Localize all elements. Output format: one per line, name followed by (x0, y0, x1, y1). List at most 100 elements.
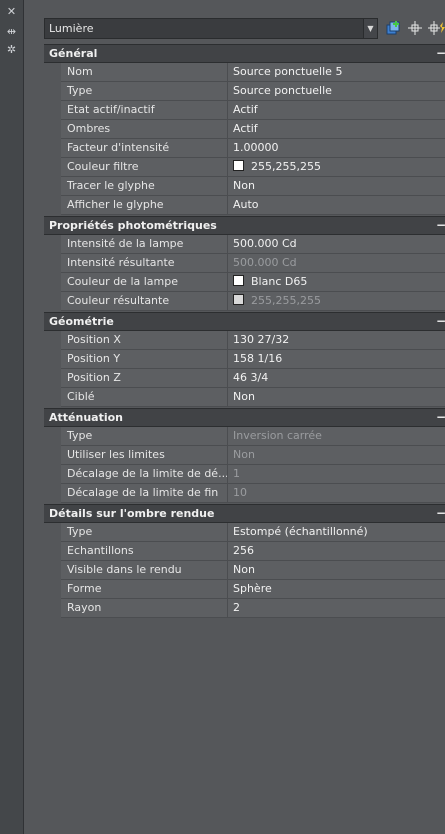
property-value[interactable]: 256 (228, 542, 445, 560)
property-row-couleur-filtre[interactable]: Couleur filtre 255,255,255 (44, 158, 445, 177)
collapse-icon[interactable]: − (434, 46, 445, 60)
select-objects-button[interactable] (406, 19, 424, 37)
property-row-tracer-le-glyphe[interactable]: Tracer le glyphe Non (44, 177, 445, 196)
property-value[interactable]: 46 3/4 (228, 369, 445, 387)
property-row-cible[interactable]: Ciblé Non (44, 388, 445, 407)
section-header-proprietes-photometriques[interactable]: Propriétés photométriques − (44, 216, 445, 235)
property-row-etat-actif-inactif[interactable]: Etat actif/inactif Actif (44, 101, 445, 120)
property-name: Type (61, 523, 228, 541)
property-value-text: Source ponctuelle 5 (233, 65, 343, 78)
color-swatch-icon (233, 294, 244, 305)
properties-icon[interactable]: ✲ (4, 43, 19, 56)
property-row-decalage-de-la-limite-de-fin[interactable]: Décalage de la limite de fin 10 (44, 484, 445, 503)
property-value-text: Non (233, 179, 255, 192)
row-gutter (44, 369, 61, 388)
property-value[interactable]: 255,255,255 (228, 158, 445, 176)
property-name: Position Z (61, 369, 228, 387)
object-type-dropdown[interactable]: Lumière ▼ (44, 18, 378, 39)
close-icon[interactable]: ✕ (4, 5, 19, 18)
property-value: 500.000 Cd (228, 254, 445, 272)
collapse-icon[interactable]: − (434, 506, 445, 520)
row-gutter (44, 158, 61, 177)
collapse-icon[interactable]: − (434, 410, 445, 424)
property-name: Intensité de la lampe (61, 235, 228, 253)
property-value[interactable]: Estompé (échantillonné) (228, 523, 445, 541)
property-name: Rayon (61, 599, 228, 617)
property-value[interactable]: Auto (228, 196, 445, 214)
property-name: Etat actif/inactif (61, 101, 228, 119)
section-header-geometrie[interactable]: Géométrie − (44, 312, 445, 331)
property-row-type[interactable]: Type Source ponctuelle (44, 82, 445, 101)
row-gutter (44, 446, 61, 465)
property-value-text: 1.00000 (233, 141, 279, 154)
property-name: Ciblé (61, 388, 228, 406)
property-row-nom[interactable]: Nom Source ponctuelle 5 (44, 63, 445, 82)
property-value[interactable]: Actif (228, 120, 445, 138)
auto-hide-icon[interactable]: ⇹ (4, 25, 19, 38)
row-gutter (44, 599, 61, 618)
property-row-couleur-de-la-lampe[interactable]: Couleur de la lampe Blanc D65 (44, 273, 445, 292)
property-row-couleur-resultante[interactable]: Couleur résultante 255,255,255 (44, 292, 445, 311)
property-value: Non (228, 446, 445, 464)
collapse-icon[interactable]: − (434, 314, 445, 328)
property-row-intensite-de-la-lampe[interactable]: Intensité de la lampe 500.000 Cd (44, 235, 445, 254)
property-row-utiliser-les-limites[interactable]: Utiliser les limites Non (44, 446, 445, 465)
collapse-icon[interactable]: − (434, 218, 445, 232)
property-name: Type (61, 82, 228, 100)
row-gutter (44, 484, 61, 503)
row-gutter (44, 139, 61, 158)
property-row-type[interactable]: Type Inversion carrée (44, 427, 445, 446)
section-header-general[interactable]: Général − (44, 44, 445, 63)
property-value[interactable]: Source ponctuelle (228, 82, 445, 100)
property-value-text: 500.000 Cd (233, 256, 297, 269)
quick-select-button[interactable] (428, 19, 445, 37)
property-row-ombres[interactable]: Ombres Actif (44, 120, 445, 139)
property-row-position-z[interactable]: Position Z 46 3/4 (44, 369, 445, 388)
property-value[interactable]: Non (228, 388, 445, 406)
property-value-text: Non (233, 448, 255, 461)
property-row-type[interactable]: Type Estompé (échantillonné) (44, 523, 445, 542)
property-value[interactable]: Non (228, 177, 445, 195)
property-value-text: 130 27/32 (233, 333, 290, 346)
row-gutter (44, 63, 61, 82)
property-value[interactable]: Actif (228, 101, 445, 119)
property-row-visible-dans-le-rendu[interactable]: Visible dans le rendu Non (44, 561, 445, 580)
section-header-details-sur-l-ombre-rendue[interactable]: Détails sur l'ombre rendue − (44, 504, 445, 523)
row-gutter (44, 580, 61, 599)
row-gutter (44, 427, 61, 446)
property-name: Décalage de la limite de fin (61, 484, 228, 502)
property-value-text: 1 (233, 467, 240, 480)
property-row-position-y[interactable]: Position Y 158 1/16 (44, 350, 445, 369)
property-row-rayon[interactable]: Rayon 2 (44, 599, 445, 618)
property-value-text: 10 (233, 486, 247, 499)
property-row-afficher-le-glyphe[interactable]: Afficher le glyphe Auto (44, 196, 445, 215)
property-value[interactable]: 1.00000 (228, 139, 445, 157)
property-value-text: 255,255,255 (251, 160, 321, 173)
property-value[interactable]: Source ponctuelle 5 (228, 63, 445, 81)
property-value[interactable]: Sphère (228, 580, 445, 598)
property-value[interactable]: Non (228, 561, 445, 579)
property-row-decalage-de-la-limite-de-de[interactable]: Décalage de la limite de dé... 1 (44, 465, 445, 484)
row-gutter (44, 331, 61, 350)
property-value: 10 (228, 484, 445, 502)
property-value-text: 2 (233, 601, 240, 614)
property-value[interactable]: 2 (228, 599, 445, 617)
row-gutter (44, 465, 61, 484)
property-row-echantillons[interactable]: Echantillons 256 (44, 542, 445, 561)
property-row-position-x[interactable]: Position X 130 27/32 (44, 331, 445, 350)
row-gutter (44, 101, 61, 120)
chevron-down-icon[interactable]: ▼ (363, 19, 377, 38)
property-row-forme[interactable]: Forme Sphère (44, 580, 445, 599)
property-value[interactable]: Blanc D65 (228, 273, 445, 291)
toggle-pickadd-button[interactable] (384, 19, 402, 37)
section-header-attenuation[interactable]: Atténuation − (44, 408, 445, 427)
property-value[interactable]: 500.000 Cd (228, 235, 445, 253)
property-value[interactable]: 158 1/16 (228, 350, 445, 368)
property-name: Facteur d'intensité (61, 139, 228, 157)
property-value[interactable]: 130 27/32 (228, 331, 445, 349)
property-value-text: Estompé (échantillonné) (233, 525, 368, 538)
property-row-intensite-resultante[interactable]: Intensité résultante 500.000 Cd (44, 254, 445, 273)
property-value-text: Non (233, 563, 255, 576)
row-gutter (44, 273, 61, 292)
property-row-facteur-d-intensite[interactable]: Facteur d'intensité 1.00000 (44, 139, 445, 158)
